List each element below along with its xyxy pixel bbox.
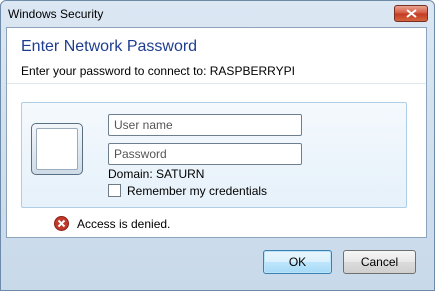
- dialog-subheading: Enter your password to connect to: RASPB…: [21, 64, 295, 78]
- error-x-icon: [54, 216, 69, 231]
- remember-credentials-checkbox[interactable]: [108, 184, 121, 197]
- user-tile-frame: [36, 128, 78, 170]
- username-input[interactable]: [108, 114, 302, 136]
- domain-label: Domain: SATURN: [108, 167, 205, 181]
- close-icon: [406, 9, 417, 18]
- dialog-content: Enter Network Password Enter your passwo…: [6, 27, 427, 238]
- password-input[interactable]: [108, 143, 302, 165]
- dialog-heading: Enter Network Password: [21, 38, 198, 55]
- window-title: Windows Security: [8, 7, 104, 21]
- cancel-button[interactable]: Cancel: [343, 250, 416, 274]
- close-button[interactable]: [394, 5, 428, 22]
- title-bar[interactable]: Windows Security: [1, 1, 434, 28]
- remember-credentials-label[interactable]: Remember my credentials: [127, 184, 267, 198]
- user-tile-icon: [31, 123, 83, 175]
- ok-button[interactable]: OK: [263, 250, 332, 274]
- error-message: Access is denied.: [77, 217, 171, 231]
- divider: [7, 83, 426, 84]
